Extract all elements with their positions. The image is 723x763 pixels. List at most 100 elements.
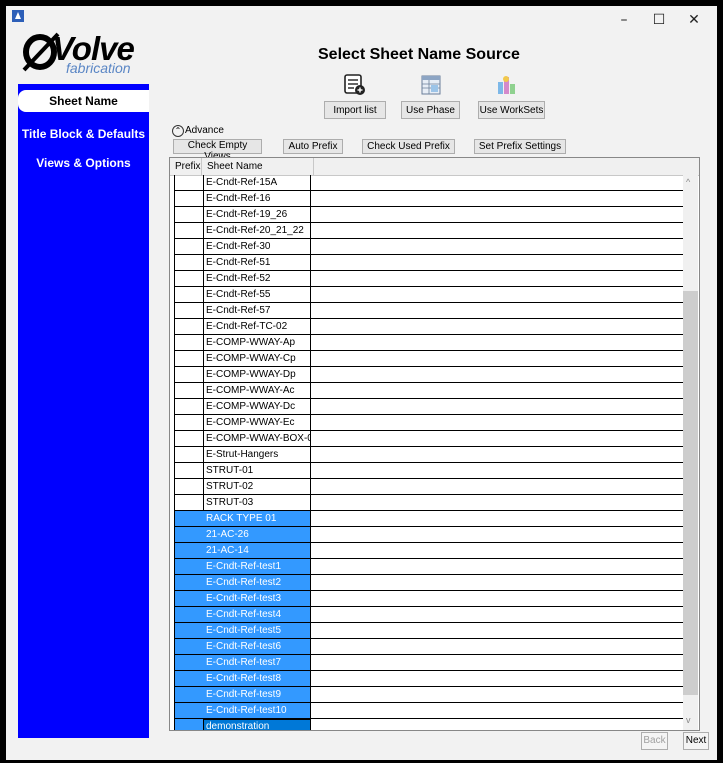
sidebar-item-title-block[interactable]: Title Block & Defaults: [18, 127, 149, 141]
advance-toggle-icon[interactable]: ⌃: [172, 125, 184, 137]
sheet-name-cell[interactable]: E-Cndt-Ref-test10: [203, 703, 311, 718]
sheet-name-cell[interactable]: STRUT-01: [203, 463, 311, 478]
check-empty-views-button[interactable]: Check Empty Views: [173, 139, 262, 162]
table-row[interactable]: 21-AC-14: [174, 543, 684, 559]
prefix-cell[interactable]: [174, 639, 204, 654]
prefix-cell[interactable]: [174, 431, 204, 446]
sheet-name-cell[interactable]: E-COMP-WWAY-Ap: [203, 335, 311, 350]
prefix-cell[interactable]: [174, 671, 204, 686]
check-used-prefix-button[interactable]: Check Used Prefix: [362, 139, 455, 154]
table-row[interactable]: E-Cndt-Ref-19_26: [174, 207, 684, 223]
table-row[interactable]: E-Cndt-Ref-test5: [174, 623, 684, 639]
table-row[interactable]: E-Cndt-Ref-30: [174, 239, 684, 255]
table-row[interactable]: E-Cndt-Ref-test3: [174, 591, 684, 607]
prefix-cell[interactable]: [174, 367, 204, 382]
table-row[interactable]: E-Cndt-Ref-20_21_22: [174, 223, 684, 239]
prefix-cell[interactable]: [174, 239, 204, 254]
sheet-name-cell[interactable]: E-Cndt-Ref-test2: [203, 575, 311, 590]
prefix-cell[interactable]: [174, 607, 204, 622]
sheet-name-cell[interactable]: E-Cndt-Ref-20_21_22: [203, 223, 311, 238]
sheet-name-cell[interactable]: 21-AC-14: [203, 543, 311, 558]
prefix-cell[interactable]: [174, 175, 204, 190]
prefix-cell[interactable]: [174, 527, 204, 542]
prefix-cell[interactable]: [174, 719, 204, 730]
prefix-cell[interactable]: [174, 271, 204, 286]
prefix-cell[interactable]: [174, 319, 204, 334]
sheet-name-cell[interactable]: E-Cndt-Ref-30: [203, 239, 311, 254]
prefix-cell[interactable]: [174, 591, 204, 606]
scrollbar-thumb[interactable]: [683, 291, 698, 695]
maximize-button[interactable]: ☐: [644, 10, 674, 30]
table-row[interactable]: E-Cndt-Ref-test2: [174, 575, 684, 591]
sheet-name-cell[interactable]: E-COMP-WWAY-Dp: [203, 367, 311, 382]
sheet-name-cell[interactable]: E-Cndt-Ref-16: [203, 191, 311, 206]
sheet-name-cell[interactable]: demonstration: [203, 719, 311, 730]
sheet-name-cell[interactable]: E-Strut-Hangers: [203, 447, 311, 462]
prefix-cell[interactable]: [174, 287, 204, 302]
prefix-cell[interactable]: [174, 207, 204, 222]
table-row[interactable]: STRUT-03: [174, 495, 684, 511]
sheet-name-cell[interactable]: RACK TYPE 01: [203, 511, 311, 526]
prefix-cell[interactable]: [174, 479, 204, 494]
sheet-name-cell[interactable]: E-Cndt-Ref-19_26: [203, 207, 311, 222]
use-phase-button[interactable]: Use Phase: [401, 101, 460, 119]
table-row[interactable]: 21-AC-26: [174, 527, 684, 543]
table-row[interactable]: STRUT-01: [174, 463, 684, 479]
prefix-cell[interactable]: [174, 351, 204, 366]
prefix-cell[interactable]: [174, 495, 204, 510]
prefix-cell[interactable]: [174, 415, 204, 430]
back-button[interactable]: Back: [641, 732, 668, 750]
sheet-name-cell[interactable]: E-Cndt-Ref-51: [203, 255, 311, 270]
table-row[interactable]: E-Cndt-Ref-test8: [174, 671, 684, 687]
prefix-cell[interactable]: [174, 255, 204, 270]
close-button[interactable]: ✕: [679, 10, 709, 30]
auto-prefix-button[interactable]: Auto Prefix: [283, 139, 343, 154]
table-row[interactable]: E-Cndt-Ref-57: [174, 303, 684, 319]
prefix-cell[interactable]: [174, 223, 204, 238]
table-row[interactable]: E-Cndt-Ref-55: [174, 287, 684, 303]
table-row[interactable]: E-COMP-WWAY-BOX-01: [174, 431, 684, 447]
table-row[interactable]: E-Cndt-Ref-test10: [174, 703, 684, 719]
table-row[interactable]: E-Cndt-Ref-TC-02: [174, 319, 684, 335]
sheet-name-cell[interactable]: E-Cndt-Ref-test7: [203, 655, 311, 670]
table-row[interactable]: E-Cndt-Ref-16: [174, 191, 684, 207]
prefix-cell[interactable]: [174, 559, 204, 574]
sheet-name-cell[interactable]: E-Cndt-Ref-test4: [203, 607, 311, 622]
prefix-cell[interactable]: [174, 623, 204, 638]
sheet-name-cell[interactable]: E-COMP-WWAY-Dc: [203, 399, 311, 414]
prefix-cell[interactable]: [174, 191, 204, 206]
table-row[interactable]: E-COMP-WWAY-Ap: [174, 335, 684, 351]
sheet-name-cell[interactable]: E-Cndt-Ref-test3: [203, 591, 311, 606]
sheet-name-cell[interactable]: E-Cndt-Ref-test6: [203, 639, 311, 654]
vertical-scrollbar[interactable]: ^ v: [683, 175, 698, 730]
table-row[interactable]: E-COMP-WWAY-Ec: [174, 415, 684, 431]
sheet-name-cell[interactable]: STRUT-02: [203, 479, 311, 494]
sheet-name-cell[interactable]: E-Cndt-Ref-52: [203, 271, 311, 286]
table-row[interactable]: E-Cndt-Ref-test4: [174, 607, 684, 623]
sheet-name-cell[interactable]: E-COMP-WWAY-BOX-01: [203, 431, 311, 446]
table-row[interactable]: E-COMP-WWAY-Cp: [174, 351, 684, 367]
column-header-sheet-name[interactable]: Sheet Name: [207, 161, 263, 172]
scroll-down-icon[interactable]: v: [686, 715, 691, 725]
sidebar-item-views-options[interactable]: Views & Options: [18, 156, 149, 170]
column-header-prefix[interactable]: Prefix: [175, 161, 201, 172]
table-row[interactable]: RACK TYPE 01: [174, 511, 684, 527]
prefix-cell[interactable]: [174, 703, 204, 718]
minimize-button[interactable]: –: [609, 10, 639, 30]
scroll-up-icon[interactable]: ^: [686, 177, 690, 187]
table-row[interactable]: E-COMP-WWAY-Ac: [174, 383, 684, 399]
table-row[interactable]: E-Cndt-Ref-15A: [174, 175, 684, 191]
sheet-name-cell[interactable]: 21-AC-26: [203, 527, 311, 542]
prefix-cell[interactable]: [174, 335, 204, 350]
next-button[interactable]: Next: [683, 732, 709, 750]
sheet-name-cell[interactable]: E-Cndt-Ref-test8: [203, 671, 311, 686]
prefix-cell[interactable]: [174, 447, 204, 462]
sheet-name-cell[interactable]: E-Cndt-Ref-TC-02: [203, 319, 311, 334]
table-row[interactable]: E-Cndt-Ref-test6: [174, 639, 684, 655]
sheet-name-cell[interactable]: E-COMP-WWAY-Ec: [203, 415, 311, 430]
table-row[interactable]: E-COMP-WWAY-Dc: [174, 399, 684, 415]
table-row[interactable]: E-Cndt-Ref-test9: [174, 687, 684, 703]
prefix-cell[interactable]: [174, 687, 204, 702]
prefix-cell[interactable]: [174, 303, 204, 318]
prefix-cell[interactable]: [174, 463, 204, 478]
